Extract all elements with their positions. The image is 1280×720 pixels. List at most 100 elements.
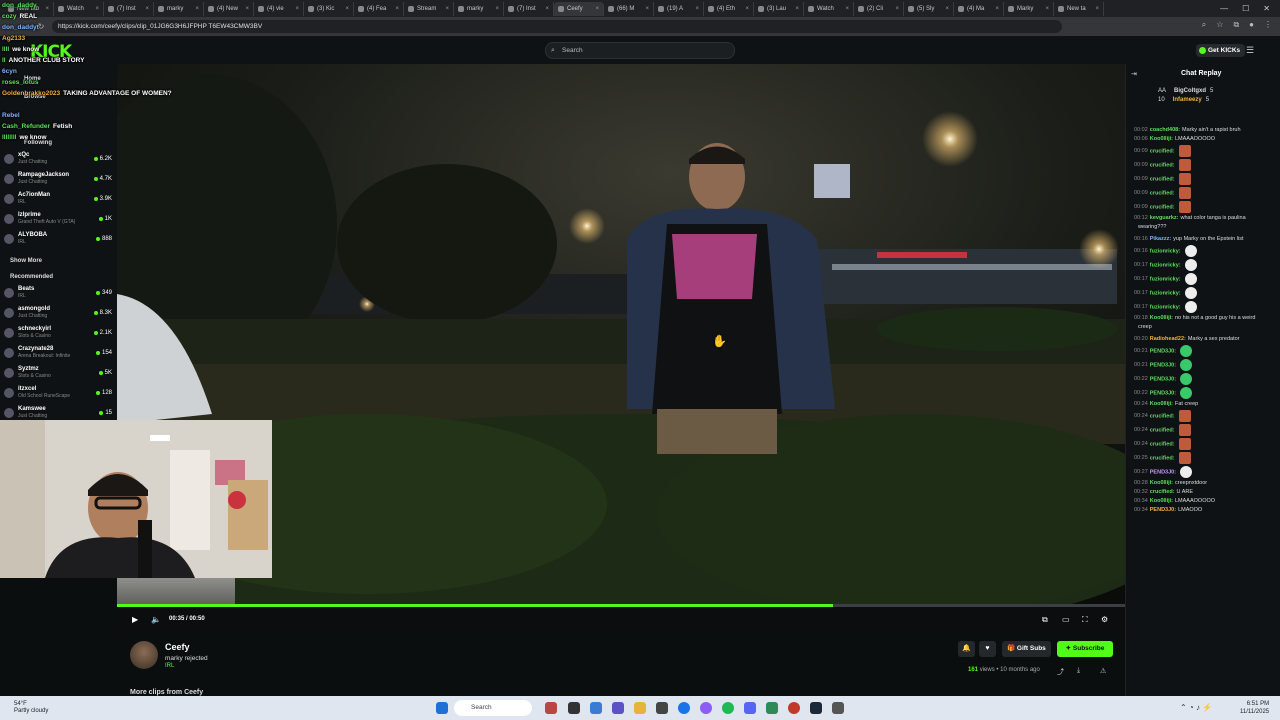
chat-username[interactable]: PEND3J0: [1150, 469, 1176, 475]
chat-username[interactable]: Koo0lliji: [1150, 315, 1173, 321]
channel-avatar[interactable] [130, 641, 158, 669]
chat-username[interactable]: fuzionricky: [1150, 304, 1181, 310]
subscribe-button[interactable]: ✦ Subscribe [1057, 641, 1113, 657]
browser-tab[interactable]: (3) Lau × [754, 1, 804, 16]
tab-close-icon[interactable]: × [645, 6, 649, 12]
browser-tab[interactable]: (4) Ma × [954, 1, 1004, 16]
file-explorer-icon[interactable] [634, 702, 646, 714]
browser-tab[interactable]: (4) New × [204, 1, 254, 16]
taskbar-clock[interactable]: 6:51 PM 11/11/2025 [1240, 700, 1269, 716]
tab-close-icon[interactable]: × [45, 6, 49, 12]
notification-bell-button[interactable]: 🔔 [958, 641, 975, 657]
chat-username[interactable]: PEND3J0: [1150, 376, 1176, 382]
settings-icon[interactable]: ⚙ [1101, 615, 1108, 624]
chat-username[interactable]: fuzionricky: [1150, 276, 1181, 282]
browser-tab[interactable]: (19) A × [654, 1, 704, 16]
browser-tab[interactable]: (4) Eth × [704, 1, 754, 16]
taskbar-app-icon[interactable] [545, 702, 557, 714]
tab-close-icon[interactable]: × [395, 6, 399, 12]
sidebar-channel[interactable]: RampageJackson Just Chatting 4.7K [4, 172, 112, 185]
chat-username[interactable]: kevguarkz: [1150, 215, 1179, 221]
tab-close-icon[interactable]: × [545, 6, 549, 12]
chat-username[interactable]: Koo0lliji: [1150, 480, 1173, 486]
chat-username[interactable]: Radiohead22: [1150, 336, 1186, 342]
teams-icon[interactable] [612, 702, 624, 714]
sidebar-channel[interactable]: ALYBOBA IRL 888 [4, 232, 112, 245]
taskbar-search[interactable]: Search [454, 700, 532, 716]
get-kicks-button[interactable]: Get KICKs [1196, 44, 1246, 57]
sidebar-channel[interactable]: schneckyirl Slots & Casino 2.1K [4, 326, 112, 339]
tab-close-icon[interactable]: × [245, 6, 249, 12]
tab-close-icon[interactable]: × [1045, 6, 1049, 12]
browser-tab[interactable]: (7) Inst × [104, 1, 154, 16]
search-input[interactable]: ⌕ Search [545, 42, 735, 59]
sidebar-channel[interactable]: Beats IRL 349 [4, 286, 112, 299]
sidebar-channel[interactable]: lzlprime Grand Theft Auto V (GTA) 1K [4, 212, 112, 225]
app-icon[interactable] [700, 702, 712, 714]
volume-icon[interactable]: 🔈 [151, 615, 161, 624]
browser-tab[interactable]: (5) Sly × [904, 1, 954, 16]
browser-tab[interactable]: (4) vie × [254, 1, 304, 16]
sidebar-channel[interactable]: itzxcel Old School RuneScape 128 [4, 386, 112, 399]
chat-username[interactable]: Koo0lliji: [1150, 401, 1173, 407]
steam-icon[interactable] [810, 702, 822, 714]
category-link[interactable]: IRL [165, 663, 174, 669]
tab-close-icon[interactable]: × [845, 6, 849, 12]
chat-username[interactable]: fuzionricky: [1150, 248, 1181, 254]
chat-username[interactable]: crucified: [1150, 204, 1175, 210]
sidebar-channel[interactable]: Syztmz Slots & Casino 5K [4, 366, 112, 379]
chat-username[interactable]: fuzionricky: [1150, 290, 1181, 296]
download-icon[interactable]: ⤓ [1077, 667, 1080, 675]
sidebar-channel[interactable]: xQc Just Chatting 6.2K [4, 152, 112, 165]
chat-username[interactable]: coachd408: [1150, 127, 1180, 133]
tab-close-icon[interactable]: × [195, 6, 199, 12]
tab-close-icon[interactable]: × [745, 6, 749, 12]
chat-username[interactable]: PEND3J0: [1150, 390, 1176, 396]
fullscreen-icon[interactable]: ⛶ [1082, 615, 1088, 625]
chat-username[interactable]: crucified: [1150, 427, 1175, 433]
tab-close-icon[interactable]: × [445, 6, 449, 12]
weather-widget[interactable]: 54°F Partly cloudy [14, 701, 48, 715]
chat-username[interactable]: crucified: [1150, 148, 1175, 154]
browser-tab[interactable]: (66) M × [604, 1, 654, 16]
channel-name[interactable]: Ceefy [165, 642, 190, 652]
zoom-icon[interactable]: ⌕ [1202, 20, 1206, 30]
show-more-link[interactable]: Show More [10, 258, 42, 264]
tab-close-icon[interactable]: × [95, 6, 99, 12]
chat-username[interactable]: crucified: [1150, 162, 1175, 168]
app-icon-3[interactable] [788, 702, 800, 714]
address-bar[interactable]: https://kick.com/ceefy/clips/clip_01JG6G… [52, 20, 1062, 33]
gift-subs-button[interactable]: 🎁 Gift Subs [1002, 641, 1051, 657]
chat-username[interactable]: fuzionricky: [1150, 262, 1181, 268]
follow-heart-button[interactable]: ♥ [979, 641, 996, 657]
chat-username[interactable]: crucified: [1150, 455, 1175, 461]
tab-close-icon[interactable]: × [695, 6, 699, 12]
spotify-icon[interactable] [722, 702, 734, 714]
share-icon[interactable]: ⤴ [1057, 667, 1064, 677]
menu-icon[interactable]: ⋮ [1264, 20, 1272, 30]
profile-icon[interactable]: ● [1249, 20, 1254, 30]
browser-tab[interactable]: (4) Fea × [354, 1, 404, 16]
tab-close-icon[interactable]: × [795, 6, 799, 12]
tab-close-icon[interactable]: × [595, 6, 599, 12]
browser-tab[interactable]: Stream × [404, 1, 454, 16]
tab-close-icon[interactable]: × [495, 6, 499, 12]
tab-close-icon[interactable]: × [995, 6, 999, 12]
chat-username[interactable]: PEND3J0: [1150, 507, 1176, 513]
extensions-icon[interactable]: ⧉ [1233, 20, 1239, 30]
app-icon-4[interactable] [832, 702, 844, 714]
play-icon[interactable]: ▶ [132, 615, 138, 624]
task-view-icon[interactable] [568, 702, 580, 714]
chat-username[interactable]: crucified: [1150, 190, 1175, 196]
sidebar-channel[interactable]: Ac7ionMan IRL 3.9K [4, 192, 112, 205]
chat-username[interactable]: Koo0lliji: [1150, 136, 1173, 142]
minimize-icon[interactable]: — [1220, 4, 1228, 13]
tab-close-icon[interactable]: × [1095, 6, 1099, 12]
user-menu-icon[interactable]: ☰ [1246, 45, 1254, 56]
copilot-icon[interactable] [590, 702, 602, 714]
chrome-icon[interactable] [678, 702, 690, 714]
system-tray[interactable]: ⌃ ◔ ♪ ⚡ [1180, 703, 1212, 712]
tab-close-icon[interactable]: × [345, 6, 349, 12]
tab-close-icon[interactable]: × [145, 6, 149, 12]
browser-tab[interactable]: marky × [154, 1, 204, 16]
